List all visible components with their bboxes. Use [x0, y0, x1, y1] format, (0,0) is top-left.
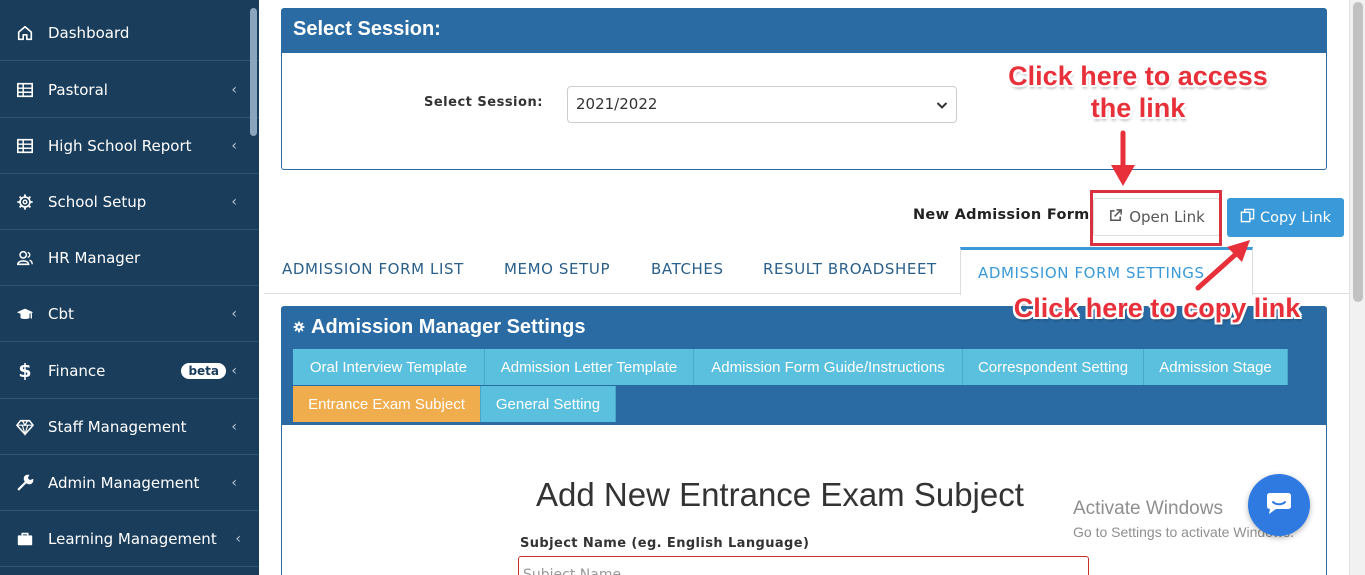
chevron-left-icon: ‹	[235, 530, 241, 547]
form-title: Add New Entrance Exam Subject	[536, 476, 1024, 513]
chevron-left-icon: ‹	[231, 362, 237, 379]
chevron-left-icon: ‹	[231, 305, 237, 322]
users-icon	[0, 249, 48, 267]
chevron-left-icon: ‹	[231, 474, 237, 491]
sidebar-item-label: Finance	[48, 361, 106, 380]
home-icon	[0, 24, 48, 42]
sidebar-item-label: High School Report	[48, 136, 192, 155]
chevron-down-icon	[936, 97, 948, 115]
sidebar-item-cbt[interactable]: Cbt ‹	[0, 286, 259, 342]
activate-windows-title: Activate Windows	[1073, 498, 1223, 519]
highlight-box	[1090, 190, 1222, 246]
subject-name-placeholder: Subject Name	[523, 567, 622, 575]
briefcase-icon	[0, 530, 48, 548]
table-icon	[0, 81, 48, 99]
sidebar-item-label: Staff Management	[48, 417, 187, 436]
sidebar: Dashboard Pastoral ‹ High School Report …	[0, 0, 259, 575]
annotation-line: the link	[1090, 93, 1186, 123]
sidebar-item-learning-management[interactable]: Learning Management ‹	[0, 511, 259, 567]
sidebar-item-hr-manager[interactable]: HR Manager	[0, 230, 259, 286]
sidebar-item-label: Cbt	[48, 304, 74, 323]
copy-link-label: Copy Link	[1259, 209, 1332, 226]
subtab-admission-letter-template[interactable]: Admission Letter Template	[485, 349, 694, 385]
sidebar-item-admin-management[interactable]: Admin Management ‹	[0, 455, 259, 511]
gear-icon	[293, 316, 305, 339]
sidebar-item-school-setup[interactable]: School Setup ‹	[0, 174, 259, 230]
sidebar-item-staff-management[interactable]: Staff Management ‹	[0, 399, 259, 455]
gear-icon	[0, 193, 48, 211]
graduation-cap-icon	[0, 305, 48, 323]
settings-title: Admission Manager Settings	[311, 316, 586, 338]
diamond-icon	[0, 418, 48, 436]
subject-name-input[interactable]: Subject Name	[518, 556, 1089, 575]
tab-memo-setup[interactable]: MEMO SETUP	[504, 260, 610, 278]
tab-admission-form-list[interactable]: ADMISSION FORM LIST	[282, 260, 464, 278]
wrench-icon	[0, 474, 48, 492]
subtab-admission-form-guide[interactable]: Admission Form Guide/Instructions	[694, 349, 963, 385]
beta-badge: beta	[181, 362, 226, 379]
session-select[interactable]: 2021/2022	[567, 86, 957, 123]
chat-bubble-icon	[1264, 488, 1294, 522]
dollar-icon: $	[18, 359, 32, 382]
copy-link-button[interactable]: Copy Link	[1227, 198, 1344, 237]
subtab-admission-stage[interactable]: Admission Stage	[1144, 349, 1288, 385]
scrollbar-thumb[interactable]	[1353, 2, 1363, 302]
table-icon	[0, 137, 48, 155]
sidebar-item-label: Dashboard	[48, 23, 130, 42]
page: Dashboard Pastoral ‹ High School Report …	[0, 0, 1365, 575]
sidebar-item-finance[interactable]: $ Finance beta ‹	[0, 343, 259, 399]
copy-icon	[1240, 208, 1255, 227]
chevron-left-icon: ‹	[231, 81, 237, 98]
sidebar-item-pastoral[interactable]: Pastoral ‹	[0, 62, 259, 118]
panel-heading: Select Session:	[282, 9, 1326, 53]
tab-result-broadsheet[interactable]: RESULT BROADSHEET	[763, 260, 937, 278]
sidebar-item-high-school-report[interactable]: High School Report ‹	[0, 118, 259, 174]
subtab-entrance-exam-subject[interactable]: Entrance Exam Subject	[293, 386, 481, 422]
new-admission-form-label: New Admission Form:	[913, 207, 1096, 223]
tab-admission-form-settings[interactable]: ADMISSION FORM SETTINGS	[960, 247, 1253, 295]
sidebar-item-label: Pastoral	[48, 80, 108, 99]
sidebar-scrollbar[interactable]	[250, 8, 257, 136]
chevron-left-icon: ‹	[231, 137, 237, 154]
sidebar-item-label: Learning Management	[48, 529, 217, 548]
sidebar-item-dashboard[interactable]: Dashboard	[0, 5, 259, 61]
annotation-line: Click here to access	[1008, 61, 1268, 91]
access-link-annotation: Click here to access the link	[1003, 60, 1273, 124]
page-scrollbar[interactable]	[1349, 0, 1365, 575]
copy-link-annotation: Click here to copy link	[1013, 293, 1301, 323]
sidebar-item-label: HR Manager	[48, 248, 141, 267]
tab-batches[interactable]: BATCHES	[651, 260, 724, 278]
subtab-correspondent-setting[interactable]: Correspondent Setting	[963, 349, 1144, 385]
subtab-general-setting[interactable]: General Setting	[481, 386, 616, 422]
session-selected-value: 2021/2022	[576, 95, 658, 113]
chevron-left-icon: ‹	[231, 418, 237, 435]
subtab-oral-interview-template[interactable]: Oral Interview Template	[293, 349, 485, 385]
sidebar-item-label: School Setup	[48, 192, 147, 211]
session-label: Select Session:	[424, 95, 543, 110]
subject-name-label: Subject Name (eg. English Language)	[520, 536, 810, 551]
chat-button[interactable]	[1248, 474, 1310, 536]
chevron-left-icon: ‹	[231, 193, 237, 210]
sidebar-item-label: Admin Management	[48, 473, 200, 492]
